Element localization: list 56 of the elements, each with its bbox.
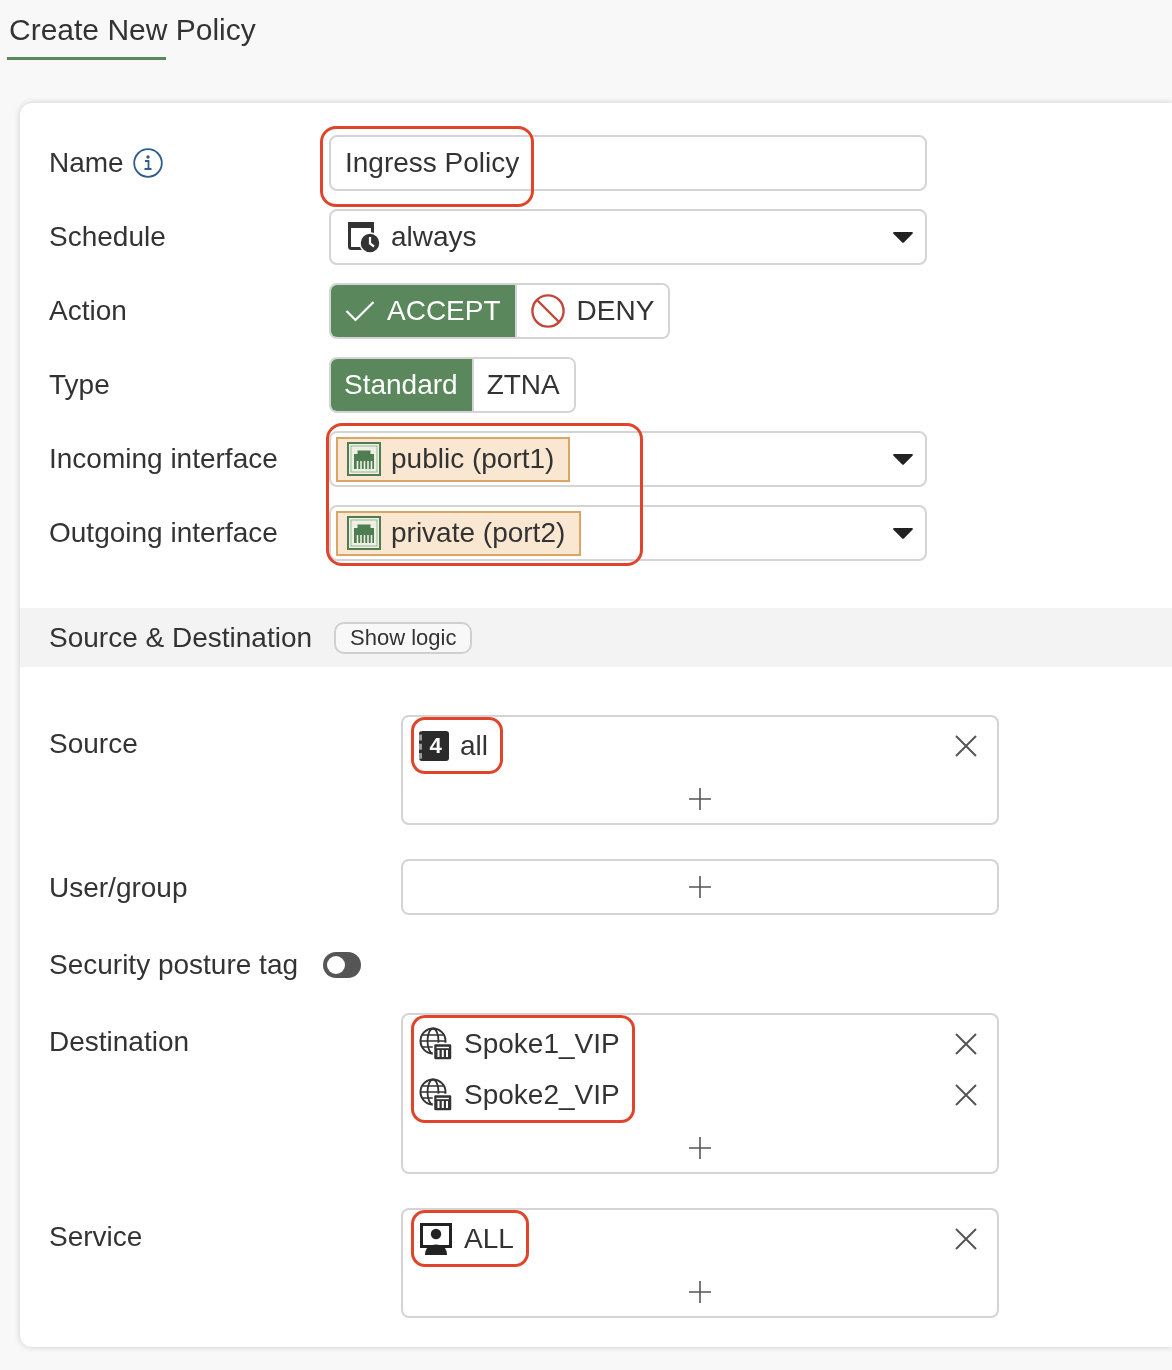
- list-field[interactable]: ALL: [401, 1208, 999, 1318]
- entry-name[interactable]: Spoke1_VIP: [464, 1026, 620, 1061]
- field-label: Destination: [49, 1025, 191, 1059]
- calendar-clock-icon: [347, 220, 381, 254]
- select-field[interactable]: always: [329, 209, 927, 265]
- list-field[interactable]: [401, 859, 999, 915]
- remove-icon[interactable]: [955, 1227, 977, 1250]
- field-label: User/group: [49, 871, 189, 905]
- deny-button[interactable]: DENY: [514, 285, 669, 337]
- monitor-person-icon: [419, 1221, 453, 1256]
- add-icon[interactable]: [689, 1136, 711, 1159]
- text-field[interactable]: Ingress Policy: [329, 135, 927, 191]
- field-label: Service: [49, 1220, 144, 1254]
- section-title: Source & Destination: [49, 620, 313, 655]
- show-logic-button[interactable]: Show logic: [334, 621, 473, 654]
- remove-icon[interactable]: [955, 1032, 977, 1055]
- prohibited-icon: [530, 294, 565, 328]
- field-label: Name: [49, 146, 124, 180]
- network-port-icon: [347, 516, 381, 550]
- check-icon: [345, 300, 375, 322]
- entry-name[interactable]: all: [460, 728, 488, 763]
- add-icon[interactable]: [689, 787, 711, 810]
- network-port-icon: [347, 442, 381, 476]
- list-field[interactable]: 4 all: [401, 715, 999, 825]
- caret-icon[interactable]: [893, 527, 913, 539]
- interface-chip[interactable]: public (port1): [336, 436, 571, 482]
- field-label: Type: [49, 368, 110, 402]
- accept-button[interactable]: ACCEPT: [331, 285, 515, 337]
- toggle-switch[interactable]: [323, 952, 362, 978]
- segment-button[interactable]: Standard: [331, 359, 472, 411]
- interface-select[interactable]: private (port2): [329, 505, 927, 561]
- add-icon[interactable]: [689, 876, 711, 898]
- field-label: Security posture tag: [49, 948, 299, 982]
- field-label: Incoming interface: [49, 442, 279, 476]
- page-title: Create New Policy: [9, 12, 257, 48]
- globe-server-icon: [419, 1077, 453, 1112]
- caret-icon[interactable]: [893, 453, 913, 465]
- field-label: Action: [49, 294, 127, 328]
- caret-icon[interactable]: [893, 231, 913, 243]
- ip-version-badge: 4: [419, 730, 449, 761]
- segmented-control[interactable]: ACCEPT DENY: [329, 283, 671, 339]
- field-label: Source: [49, 727, 139, 761]
- entry-name[interactable]: ALL: [464, 1221, 514, 1256]
- list-field[interactable]: Spoke1_VIP Spoke2_VIP: [401, 1013, 999, 1174]
- add-icon[interactable]: [689, 1280, 711, 1303]
- remove-icon[interactable]: [955, 734, 977, 757]
- field-label: Outgoing interface: [49, 516, 279, 550]
- entry-name[interactable]: Spoke2_VIP: [464, 1077, 620, 1112]
- segmented-control[interactable]: Standard ZTNA: [329, 357, 576, 413]
- remove-icon[interactable]: [955, 1083, 977, 1106]
- interface-select[interactable]: public (port1): [329, 431, 927, 487]
- interface-chip[interactable]: private (port2): [336, 510, 582, 556]
- globe-server-icon: [419, 1026, 453, 1061]
- field-label: Schedule: [49, 220, 166, 254]
- info-icon[interactable]: [132, 148, 163, 178]
- segment-button[interactable]: ZTNA: [471, 359, 574, 411]
